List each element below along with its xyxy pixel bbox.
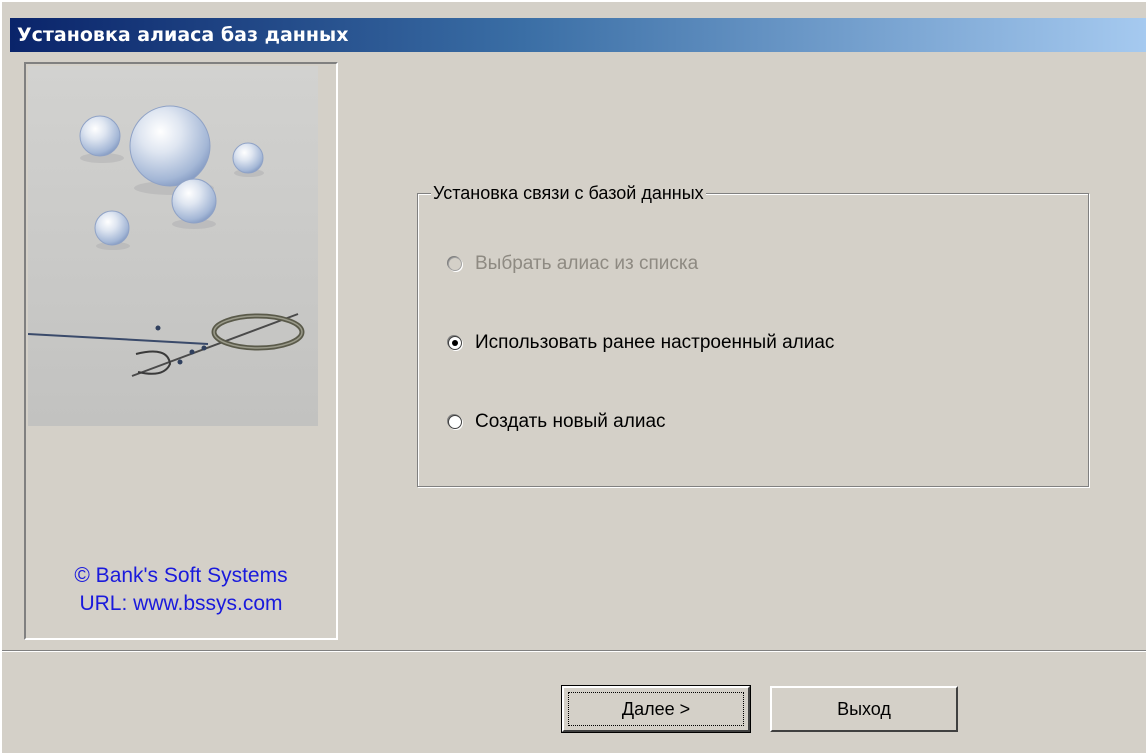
radio-use-existing-alias[interactable]: Использовать ранее настроенный алиас xyxy=(448,329,834,357)
title-bar[interactable]: Установка алиаса баз данных xyxy=(10,18,1146,52)
radio-button-icon xyxy=(448,257,462,271)
radio-create-new-alias[interactable]: Создать новый алиас xyxy=(448,408,666,436)
radio-button-icon xyxy=(448,336,462,350)
radio-label: Создать новый алиас xyxy=(475,411,666,432)
copyright-text: © Bank's Soft Systems URL: www.bssys.com xyxy=(26,562,336,618)
exit-button-label: Выход xyxy=(837,698,891,719)
decorative-artwork xyxy=(28,66,318,426)
next-button-label: Далее > xyxy=(568,692,744,726)
radio-label: Выбрать алиас из списка xyxy=(475,253,699,274)
radio-button-icon xyxy=(448,415,462,429)
url-line: URL: www.bssys.com xyxy=(79,592,283,615)
setup-dialog: Установка алиаса баз данных © Bank's Sof… xyxy=(0,0,1146,753)
footer-separator xyxy=(2,650,1146,652)
connection-groupbox: Установка связи с базой данных Выбрать а… xyxy=(417,182,1089,487)
side-image-panel: © Bank's Soft Systems URL: www.bssys.com xyxy=(24,62,338,640)
groupbox-legend: Установка связи с базой данных xyxy=(431,182,706,204)
radio-select-alias[interactable]: Выбрать алиас из списка xyxy=(448,250,698,278)
next-button[interactable]: Далее > xyxy=(561,685,751,733)
window-title: Установка алиаса баз данных xyxy=(17,24,349,46)
radio-label: Использовать ранее настроенный алиас xyxy=(475,332,835,353)
copyright-line: © Bank's Soft Systems xyxy=(74,564,288,587)
exit-button[interactable]: Выход xyxy=(770,686,958,732)
